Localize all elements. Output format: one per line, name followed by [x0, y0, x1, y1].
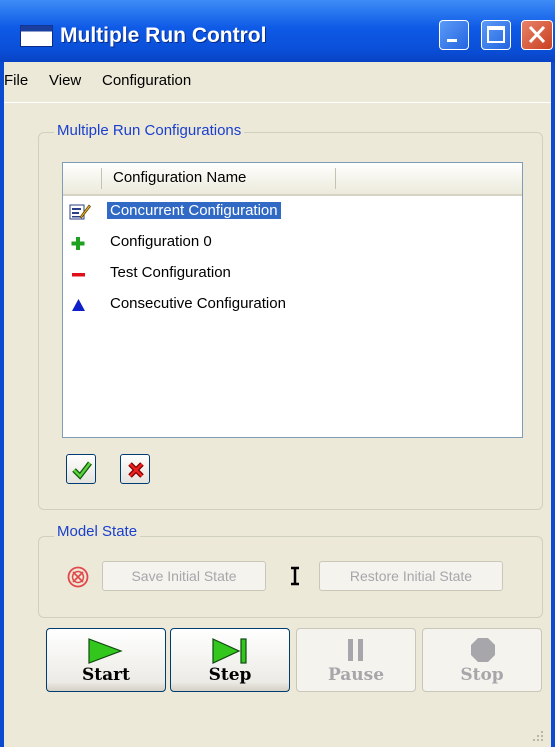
maximize-button[interactable] — [481, 20, 511, 50]
list-item-label: Configuration 0 — [110, 233, 212, 250]
title-bar[interactable]: Multiple Run Control — [0, 0, 555, 62]
stop-octagon-icon — [471, 638, 495, 662]
start-button[interactable]: Start — [46, 628, 166, 692]
list-item[interactable]: Test Configuration — [63, 260, 522, 288]
close-icon — [528, 25, 546, 44]
maximize-icon — [487, 26, 505, 43]
step-button[interactable]: Step — [170, 628, 290, 692]
multiple-run-control-window: Multiple Run Control File View Configura… — [0, 0, 555, 747]
pause-icon — [348, 639, 363, 661]
play-icon — [88, 638, 123, 664]
checkmark-icon — [72, 461, 92, 480]
triangle-icon — [72, 299, 85, 311]
restore-initial-state-button[interactable]: Restore Initial State — [319, 561, 503, 591]
menu-view[interactable]: View — [49, 72, 81, 89]
list-item-label: Test Configuration — [110, 264, 231, 281]
stop-label: Stop — [460, 665, 504, 685]
stop-button[interactable]: Stop — [422, 628, 542, 692]
header-separator — [335, 168, 336, 189]
start-label: Start — [82, 665, 130, 685]
list-item-label: Consecutive Configuration — [110, 295, 286, 312]
delete-button[interactable] — [120, 454, 150, 484]
minus-icon — [72, 273, 85, 277]
configuration-list[interactable]: Configuration Name Concurrent Configurat… — [62, 162, 523, 438]
window-title: Multiple Run Control — [60, 24, 267, 47]
accept-button[interactable] — [66, 454, 96, 484]
app-window-icon — [20, 25, 53, 47]
minimize-icon — [447, 39, 457, 42]
header-separator — [101, 168, 102, 189]
menu-file[interactable]: File — [4, 72, 28, 89]
minimize-button[interactable] — [439, 20, 469, 50]
step-icon — [212, 638, 247, 664]
list-header: Configuration Name — [63, 163, 522, 196]
list-item[interactable]: Concurrent Configuration — [63, 198, 522, 226]
column-header-configuration-name[interactable]: Configuration Name — [113, 169, 246, 186]
pause-label: Pause — [327, 665, 385, 685]
plus-icon — [71, 237, 85, 250]
close-button[interactable] — [521, 20, 553, 50]
no-state-icon — [67, 566, 89, 588]
model-state-group-legend: Model State — [54, 523, 141, 540]
configurations-group-legend: Multiple Run Configurations — [54, 122, 245, 139]
save-initial-state-button[interactable]: Save Initial State — [102, 561, 266, 591]
pause-button[interactable]: Pause — [296, 628, 416, 692]
list-item[interactable]: Consecutive Configuration — [63, 291, 522, 319]
list-item-label: Concurrent Configuration — [106, 201, 282, 220]
list-item[interactable]: Configuration 0 — [63, 229, 522, 257]
menu-configuration[interactable]: Configuration — [102, 72, 191, 89]
step-label: Step — [208, 665, 252, 685]
resize-grip-icon[interactable] — [531, 729, 545, 743]
menu-bar — [4, 62, 551, 103]
delete-x-icon — [128, 462, 144, 478]
text-cursor-icon — [291, 566, 299, 586]
edit-icon — [69, 204, 91, 220]
